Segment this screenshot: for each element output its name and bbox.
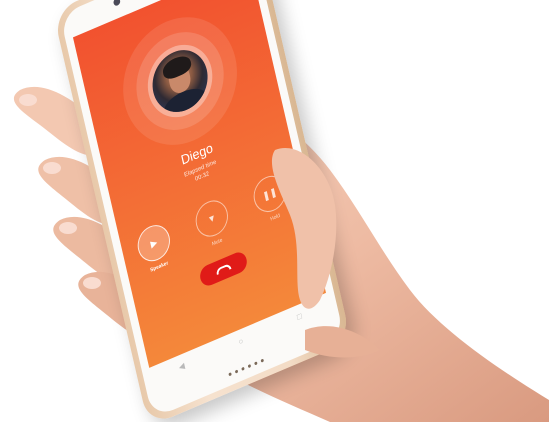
product-scene: Diego Elapsed time 00:32 ▶ Speaker ▼ Mut…	[0, 0, 549, 422]
thumb-overlay	[271, 148, 380, 358]
